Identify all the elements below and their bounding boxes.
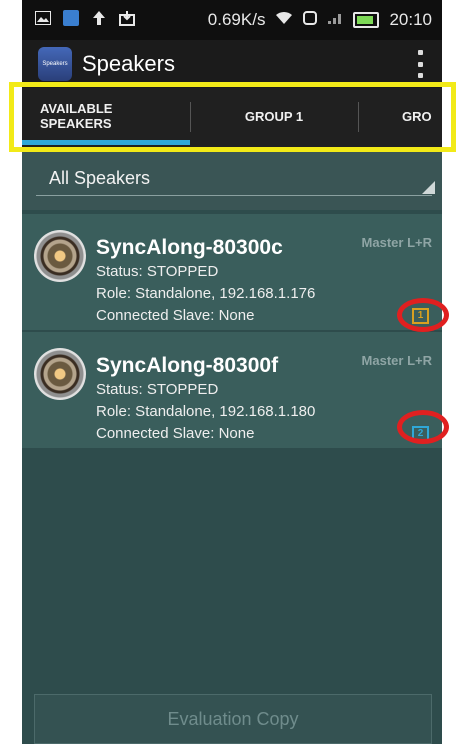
speaker-status: Status: STOPPED	[96, 263, 219, 280]
speaker-master-channel: Master L+R	[361, 235, 432, 250]
wifi-icon	[275, 10, 293, 30]
filter-selected-value: All Speakers	[49, 168, 151, 188]
dropdown-corner-icon	[422, 181, 435, 194]
dropdown-underline	[36, 195, 432, 196]
speaker-connected-slave: Connected Slave: None	[96, 425, 255, 442]
action-bar: Speakers Speakers	[22, 40, 442, 88]
speaker-name: SyncAlong-80300f	[96, 354, 279, 377]
clock: 20:10	[389, 10, 432, 29]
download-notification-icon	[118, 9, 136, 27]
speaker-icon	[34, 230, 86, 282]
speaker-role: Role: Standalone, 192.168.1.180	[96, 403, 316, 420]
speaker-filter-dropdown[interactable]: All Speakers	[22, 148, 442, 210]
badge-annotation-circle	[397, 410, 449, 444]
speaker-list: SyncAlong-80300c Status: STOPPED Role: S…	[22, 210, 442, 694]
speaker-status: Status: STOPPED	[96, 381, 219, 398]
speaker-role: Role: Standalone, 192.168.1.176	[96, 285, 316, 302]
list-item-speaker[interactable]: SyncAlong-80300c Status: STOPPED Role: S…	[22, 214, 442, 330]
bottom-bar: Evaluation Copy	[22, 694, 442, 744]
status-bar-notifications	[34, 9, 136, 27]
speaker-master-channel: Master L+R	[361, 353, 432, 368]
app-logo-icon[interactable]: Speakers	[38, 47, 72, 81]
speaker-name: SyncAlong-80300c	[96, 236, 283, 259]
image-notification-icon	[34, 9, 52, 27]
evaluation-copy-button[interactable]: Evaluation Copy	[34, 694, 432, 744]
upload-arrow-icon	[90, 9, 108, 27]
page-title: Speakers	[82, 51, 175, 76]
nfc-icon	[303, 10, 318, 30]
app-notification-icon	[62, 9, 80, 27]
badge-annotation-circle	[397, 298, 449, 332]
signal-icon	[327, 10, 343, 30]
status-bar-system: 0.69K/s 20:10	[208, 10, 432, 30]
app-logo-text: Speakers	[42, 61, 68, 67]
tab-highlight-annotation	[9, 82, 456, 152]
battery-icon	[353, 12, 380, 28]
overflow-menu-icon[interactable]	[416, 50, 424, 78]
status-bar: 0.69K/s 20:10	[22, 0, 442, 40]
list-item-speaker[interactable]: SyncAlong-80300f Status: STOPPED Role: S…	[22, 332, 442, 448]
speaker-icon	[34, 348, 86, 400]
speaker-connected-slave: Connected Slave: None	[96, 307, 255, 324]
network-speed: 0.69K/s	[207, 10, 266, 29]
